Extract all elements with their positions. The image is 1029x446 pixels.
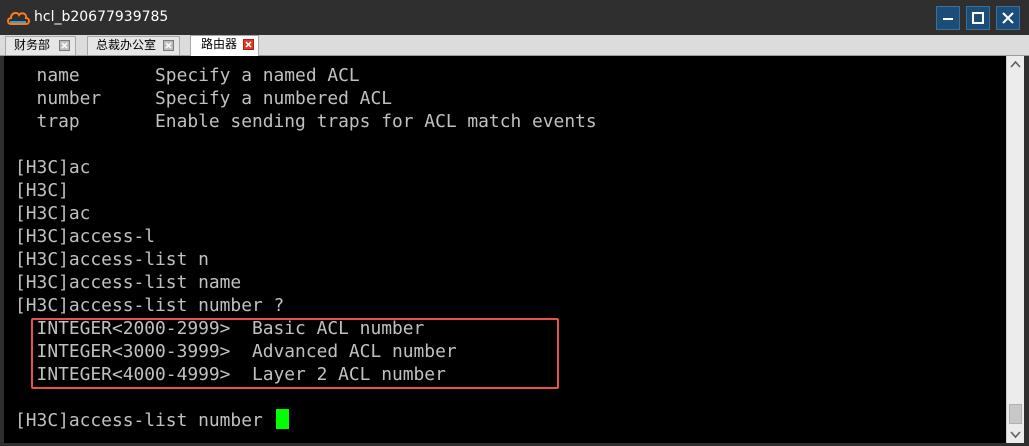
vertical-scrollbar[interactable]	[1006, 56, 1024, 443]
terminal-console[interactable]: name Specify a named ACL number Specify …	[4, 56, 1006, 443]
tab-router[interactable]: 路由器	[190, 35, 259, 56]
close-button[interactable]	[996, 6, 1020, 30]
terminal-line: name Specify a named ACL	[15, 65, 360, 86]
terminal-line: [H3C]access-list n	[15, 249, 209, 270]
maximize-button[interactable]	[966, 6, 990, 30]
minimize-icon	[943, 18, 953, 20]
highlight-annotation-box	[31, 318, 559, 389]
tab-label: 总裁办公室	[96, 38, 157, 52]
tab-close-button[interactable]	[163, 40, 174, 51]
terminal-prompt-text: [H3C]access-list number	[15, 410, 274, 431]
tab-close-button[interactable]	[59, 40, 70, 51]
tab-label: 财务部	[14, 38, 51, 52]
terminal-line: [H3C]access-l	[15, 226, 156, 247]
cloud-logo-icon	[7, 11, 30, 25]
tab-finance[interactable]: 财务部	[5, 36, 76, 55]
text-cursor	[275, 409, 289, 429]
terminal-line: [H3C]access-list number ?	[15, 295, 285, 316]
minimize-button[interactable]	[936, 6, 960, 30]
tab-label: 路由器	[201, 37, 238, 51]
terminal-line: [H3C]ac	[15, 157, 91, 178]
terminal-line: [H3C]ac	[15, 203, 91, 224]
scroll-down-arrow-icon[interactable]	[1007, 426, 1024, 443]
terminal-line: trap Enable sending traps for ACL match …	[15, 111, 597, 132]
tab-president-office[interactable]: 总裁办公室	[87, 36, 180, 55]
terminal-line: number Specify a numbered ACL	[15, 88, 392, 109]
tab-bar: 财务部 总裁办公室 路由器	[0, 35, 1029, 56]
title-bar: hcl_b20677939785	[0, 0, 1029, 35]
close-icon	[1002, 12, 1014, 24]
close-icon	[245, 41, 252, 48]
window-border-right	[1024, 56, 1029, 446]
scrollbar-thumb[interactable]	[1009, 404, 1022, 424]
close-icon	[165, 42, 172, 49]
maximize-icon	[972, 12, 984, 24]
close-icon	[61, 42, 68, 49]
window-title: hcl_b20677939785	[34, 9, 169, 25]
terminal-prompt-line: [H3C]access-list number	[15, 409, 289, 432]
terminal-line: [H3C]access-list name	[15, 272, 242, 293]
tab-close-button[interactable]	[243, 39, 254, 50]
scroll-up-arrow-icon[interactable]	[1007, 56, 1024, 73]
terminal-line: [H3C]	[15, 180, 69, 201]
